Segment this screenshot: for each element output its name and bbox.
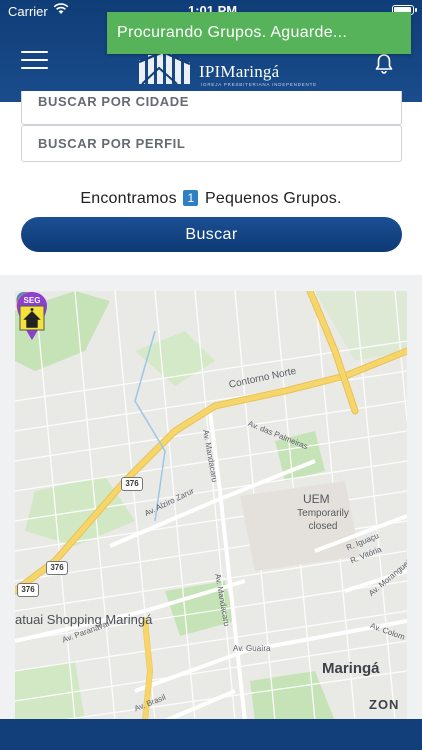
map-label-uem-status: Temporarily closed xyxy=(297,508,349,532)
results-summary: Encontramos 1 Pequenos Grupos. xyxy=(0,190,422,208)
groups-map[interactable]: Contorno Norte Av. das Palmeiras Av. Man… xyxy=(15,291,407,721)
highway-shield: 376 xyxy=(17,583,39,597)
results-prefix: Encontramos xyxy=(80,190,177,207)
results-suffix: Pequenos Grupos. xyxy=(205,190,342,207)
map-canvas xyxy=(15,291,407,721)
bell-icon[interactable] xyxy=(373,53,395,75)
map-label-uem: UEM xyxy=(303,492,330,506)
highway-shield: 376 xyxy=(46,561,68,575)
park-area xyxy=(250,671,335,721)
map-label-city: Maringá xyxy=(322,660,380,677)
menu-line xyxy=(21,67,48,69)
loading-toast: Procurando Grupos. Aguarde... xyxy=(107,12,411,54)
app-screen: Carrier 1:01 PM IPIMaringá IGREJA PRESBI… xyxy=(0,0,422,750)
menu-line xyxy=(21,51,48,53)
wifi-icon xyxy=(53,3,69,14)
map-label-shopping: atuai Shopping Maringá xyxy=(15,612,153,627)
city-filter-select[interactable]: BUSCAR POR CIDADE xyxy=(21,91,402,125)
carrier-name: Carrier xyxy=(8,4,48,19)
search-button[interactable]: Buscar xyxy=(21,217,402,252)
map-label-av-guaira: Av. Guaíra xyxy=(233,644,271,653)
bottom-bar xyxy=(0,719,422,750)
logo-name: IPIMaringá xyxy=(199,62,280,81)
church-group-pin-icon[interactable]: SEG xyxy=(15,291,49,341)
hamburger-menu-button[interactable] xyxy=(21,49,49,71)
search-panel: BUSCAR POR CIDADE BUSCAR POR PERFIL Enco… xyxy=(0,91,422,275)
menu-line xyxy=(21,59,48,61)
logo-tagline: IGREJA PRESBITERIANA INDEPENDENTE xyxy=(201,82,317,87)
map-label-zone: ZON xyxy=(369,697,400,712)
highway-shield: 376 xyxy=(121,477,143,491)
church-pin-label: SEG xyxy=(24,296,41,305)
results-count-badge: 1 xyxy=(183,190,199,206)
profile-filter-select[interactable]: BUSCAR POR PERFIL xyxy=(21,125,402,162)
